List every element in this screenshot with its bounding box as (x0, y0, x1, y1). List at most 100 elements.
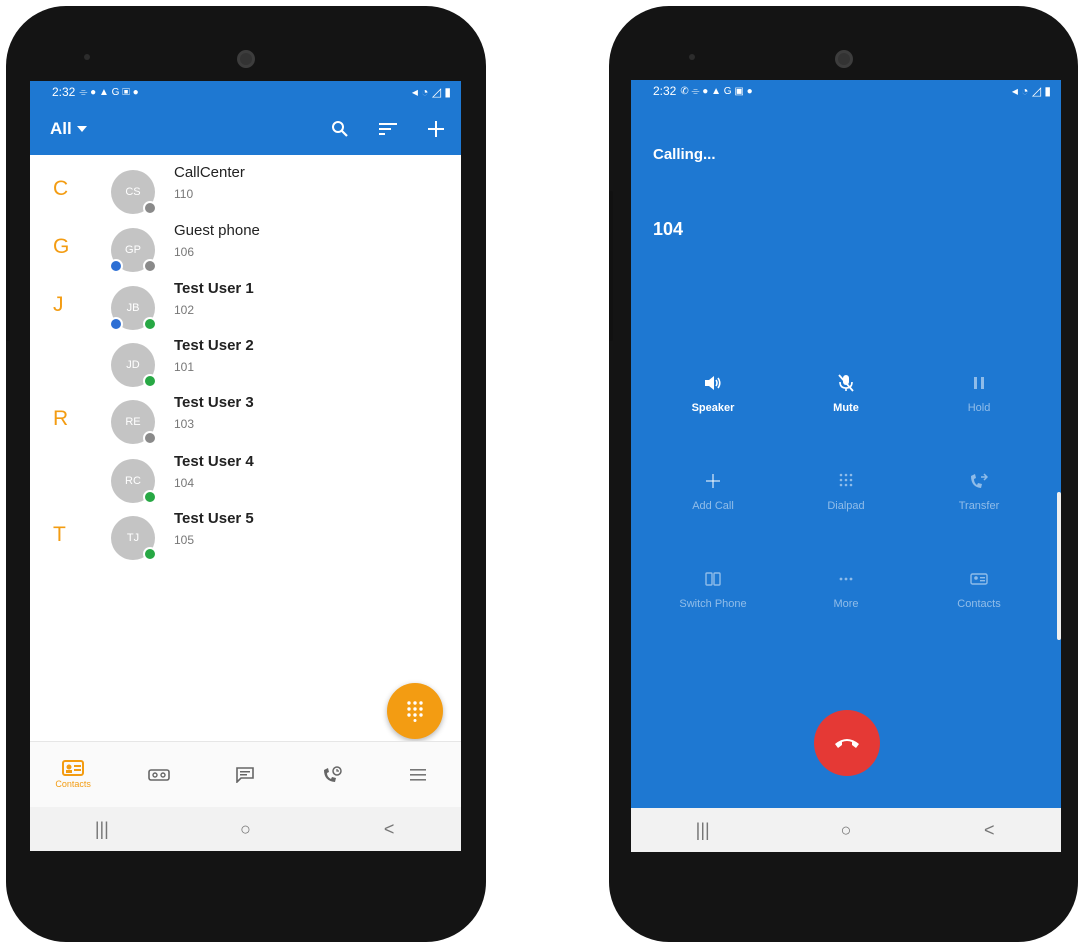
contact-extension: 101 (174, 360, 195, 374)
app-bar: All (30, 103, 461, 155)
phone-right: 2:32 ✆ ⌯ ● ▲ G ▣ ● ◂ ◔ ◿ ▮ Calling... 10… (609, 6, 1078, 942)
call-status: Calling... (653, 146, 716, 163)
mute-icon (838, 374, 854, 392)
volume-button (609, 191, 613, 341)
speaker-button[interactable]: Speaker (653, 370, 773, 414)
section-letter: G (53, 235, 70, 258)
dialpad-button[interactable]: Dialpad (786, 468, 906, 512)
nav-voicemail[interactable] (129, 768, 189, 781)
contacts-icon (970, 573, 988, 585)
home-button[interactable]: ○ (225, 819, 265, 840)
presence-status-icon (143, 547, 157, 561)
sort-icon[interactable] (377, 118, 399, 140)
scrollbar[interactable] (1057, 492, 1061, 640)
nav-chat[interactable] (215, 766, 275, 783)
bottom-nav: Contacts (30, 741, 461, 807)
transfer-label: Transfer (958, 500, 1000, 512)
presence-status-icon (143, 201, 157, 215)
status-system-icons: ◂ ◔ ◿ ▮ (411, 85, 451, 99)
plus-icon[interactable] (425, 118, 447, 140)
status-notification-icons: ⌯ ● ▲ G ▣ ● (79, 86, 139, 98)
avatar-initials: CS (125, 186, 141, 198)
section-letter: R (53, 407, 69, 430)
contact-row[interactable]: RC Test User 4 104 (30, 450, 461, 506)
nav-call-history[interactable] (302, 765, 362, 784)
avatar-initials: JD (126, 359, 140, 371)
contact-name: Test User 5 (174, 510, 254, 527)
transfer-button[interactable]: Transfer (919, 468, 1039, 512)
chat-presence-icon (109, 317, 123, 331)
section-letter: J (53, 293, 64, 316)
earpiece-sensor (84, 54, 90, 60)
avatar-initials: TJ (126, 532, 140, 544)
contact-extension: 110 (174, 187, 194, 201)
contact-row[interactable]: C CS CallCenter 110 (30, 161, 461, 217)
dialpad-fab[interactable] (387, 683, 443, 739)
contact-name: Test User 4 (174, 453, 254, 470)
contact-row[interactable]: T TJ Test User 5 105 (30, 507, 461, 563)
avatar-initials: JB (126, 302, 140, 314)
contact-extension: 103 (174, 417, 195, 431)
avatar: CS (111, 170, 157, 215)
hold-button[interactable]: Hold (919, 370, 1039, 414)
contact-extension: 105 (174, 533, 195, 547)
avatar: JD (111, 343, 157, 388)
switch-phone-button[interactable]: Switch Phone (653, 566, 773, 610)
contact-row[interactable]: G GP Guest phone 106 (30, 219, 461, 275)
section-letter: C (53, 177, 69, 200)
add-call-label: Add Call (692, 500, 734, 512)
transfer-icon (971, 473, 988, 488)
mute-label: Mute (833, 402, 859, 414)
search-icon[interactable] (329, 118, 351, 140)
contacts-screen: 2:32 ⌯ ● ▲ G ▣ ● ◂ ◔ ◿ ▮ All C CS CallCe… (30, 81, 461, 851)
hold-label: Hold (967, 402, 991, 414)
status-bar: 2:32 ⌯ ● ▲ G ▣ ● ◂ ◔ ◿ ▮ (30, 81, 461, 103)
contact-extension: 102 (174, 303, 195, 317)
contact-row[interactable]: R RE Test User 3 103 (30, 391, 461, 447)
contact-row[interactable]: JD Test User 2 101 (30, 334, 461, 390)
speaker-icon (705, 376, 721, 390)
avatar: TJ (111, 516, 157, 561)
filter-dropdown[interactable]: All (50, 119, 87, 139)
volume-button (6, 191, 10, 341)
call-history-icon (323, 765, 342, 782)
contacts-button[interactable]: Contacts (919, 566, 1039, 610)
plus-icon (706, 474, 720, 488)
chat-presence-icon (109, 259, 123, 273)
chevron-down-icon (76, 126, 87, 132)
contact-name: CallCenter (174, 164, 245, 181)
recents-button[interactable]: ||| (82, 819, 122, 840)
contact-name: Guest phone (174, 222, 260, 239)
more-icon (839, 577, 853, 581)
dialpad-icon (407, 701, 423, 722)
presence-status-icon (143, 259, 157, 273)
speaker-label: Speaker (691, 402, 735, 414)
hangup-button[interactable] (814, 710, 880, 776)
nav-contacts[interactable]: Contacts (43, 760, 103, 789)
mute-button[interactable]: Mute (786, 370, 906, 414)
contact-name: Test User 1 (174, 280, 254, 297)
front-camera (834, 50, 853, 68)
add-call-button[interactable]: Add Call (653, 468, 773, 512)
contact-row[interactable]: J JB Test User 1 102 (30, 277, 461, 333)
contact-extension: 104 (174, 476, 195, 490)
status-time: 2:32 (52, 85, 76, 99)
dialpad-icon (839, 473, 853, 487)
nav-menu[interactable] (388, 768, 448, 781)
avatar: JB (109, 286, 157, 331)
home-button[interactable]: ○ (826, 820, 866, 841)
toolbar: All (30, 103, 461, 155)
filter-label: All (50, 119, 72, 138)
voicemail-icon (148, 768, 171, 781)
presence-status-icon (143, 431, 157, 445)
recents-button[interactable]: ||| (683, 820, 723, 841)
more-button[interactable]: More (786, 566, 906, 610)
front-camera (237, 50, 255, 68)
menu-icon (409, 768, 426, 781)
status-system-icons: ◂ ◔ ◿ ▮ (1011, 84, 1051, 98)
status-notification-icons: ✆ ⌯ ● ▲ G ▣ ● (680, 85, 753, 97)
dialpad-label: Dialpad (827, 500, 865, 512)
back-button[interactable]: < (969, 820, 1009, 841)
back-button[interactable]: < (369, 819, 409, 840)
presence-status-icon (143, 317, 157, 331)
